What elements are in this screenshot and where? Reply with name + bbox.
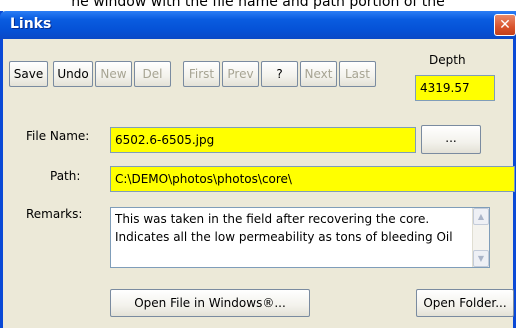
title-bar[interactable]: Links ✕ [0, 11, 516, 39]
undo-button[interactable]: Undo [53, 61, 93, 87]
links-window: Links ✕ Save Undo New Del First Prev ? N… [0, 11, 516, 328]
save-button[interactable]: Save [9, 61, 48, 87]
help-button[interactable]: ? [261, 61, 298, 87]
previous-record-button[interactable]: Prev [222, 61, 259, 87]
open-folder-button[interactable]: Open Folder... [416, 289, 514, 317]
window-title: Links [10, 16, 52, 32]
remarks-textarea[interactable]: This was taken in the field after recove… [110, 207, 490, 268]
scroll-down-arrow-icon[interactable]: ▼ [473, 250, 489, 267]
file-name-field[interactable]: 6502.6-6505.jpg [110, 127, 416, 153]
first-record-button[interactable]: First [183, 61, 220, 87]
browse-button[interactable]: ... [421, 125, 481, 154]
last-record-button[interactable]: Last [339, 61, 376, 87]
close-button[interactable]: ✕ [494, 14, 516, 36]
scroll-up-arrow-icon[interactable]: ▲ [473, 208, 489, 225]
remarks-text: This was taken in the field after recove… [115, 212, 453, 244]
path-field[interactable]: C:\DEMO\photos\photos\core\ [110, 166, 515, 192]
depth-label: Depth [429, 53, 466, 67]
delete-button[interactable]: Del [134, 61, 171, 87]
next-record-button[interactable]: Next [300, 61, 337, 87]
depth-field[interactable]: 4319.57 [415, 75, 495, 101]
close-icon: ✕ [499, 17, 511, 33]
remarks-scrollbar[interactable]: ▲ ▼ [472, 208, 489, 267]
file-name-label: File Name: [26, 129, 90, 143]
open-file-in-windows-button[interactable]: Open File in Windows®... [110, 289, 310, 317]
path-label: Path: [50, 169, 81, 183]
new-button[interactable]: New [95, 61, 132, 87]
remarks-label: Remarks: [26, 207, 83, 221]
